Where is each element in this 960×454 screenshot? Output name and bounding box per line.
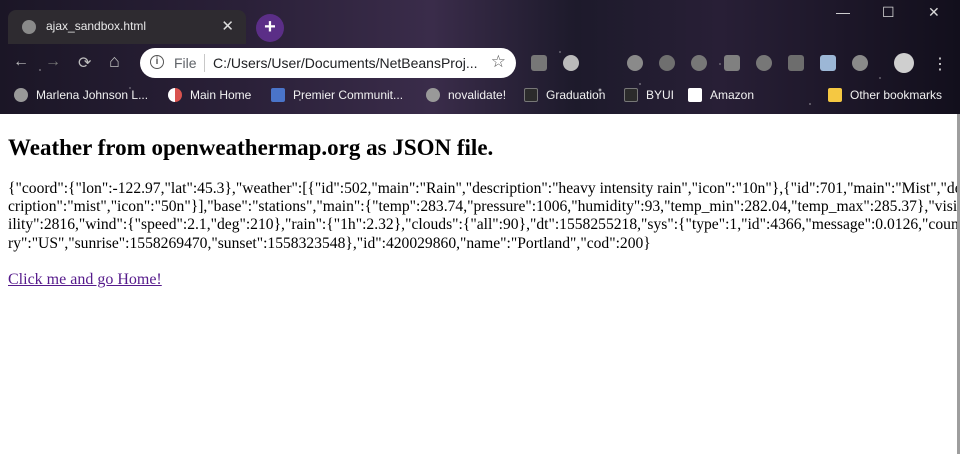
bookmark-item[interactable]: Premier Communit... xyxy=(271,88,403,102)
byu-icon xyxy=(624,88,638,102)
extension-m-icon[interactable] xyxy=(594,55,610,71)
globe-icon xyxy=(14,88,28,102)
folder-icon xyxy=(828,88,842,102)
bookmark-item[interactable]: novalidate! xyxy=(426,88,506,102)
extension-quote-icon[interactable] xyxy=(852,55,868,71)
browser-chrome: ajax_sandbox.html ✕ + — ☐ ✕ ← → ⟳ ⌂ i Fi… xyxy=(0,0,960,114)
page-icon xyxy=(271,88,285,102)
bookmark-label: Graduation xyxy=(546,88,606,102)
menu-icon[interactable]: ⋮ xyxy=(932,54,948,74)
page-content: Weather from openweathermap.org as JSON … xyxy=(0,114,960,289)
browser-tab[interactable]: ajax_sandbox.html ✕ xyxy=(8,10,246,44)
amazon-icon xyxy=(688,88,702,102)
bookmark-label: Other bookmarks xyxy=(850,88,943,102)
bookmarks-bar: Marlena Johnson L... Main Home Premier C… xyxy=(0,82,960,110)
bookmark-star-icon[interactable]: ☆ xyxy=(491,52,506,72)
bookmark-label: Main Home xyxy=(190,88,252,102)
divider xyxy=(204,54,205,72)
byu-icon xyxy=(524,88,538,102)
url-scheme: File xyxy=(174,55,197,71)
bookmark-label: Marlena Johnson L... xyxy=(36,88,149,102)
back-button[interactable]: ← xyxy=(13,53,29,71)
bookmark-item[interactable]: Main Home xyxy=(168,88,251,102)
extension-lens-icon[interactable] xyxy=(691,55,707,71)
bookmark-label: Amazon xyxy=(710,88,755,102)
bookmark-item[interactable]: Marlena Johnson L... xyxy=(14,88,148,102)
globe-icon xyxy=(22,20,36,34)
tab-title: ajax_sandbox.html xyxy=(46,19,147,33)
bookmark-item[interactable]: Amazon xyxy=(688,88,754,102)
url-text[interactable]: C:/Users/User/Documents/NetBeansProj... xyxy=(213,55,478,71)
page-icon xyxy=(168,88,182,102)
bookmark-item[interactable]: Graduation xyxy=(524,88,605,102)
bookmark-item[interactable]: Other bookmarks xyxy=(828,88,942,102)
address-bar[interactable]: i File C:/Users/User/Documents/NetBeansP… xyxy=(140,48,516,78)
extension-globe-icon[interactable] xyxy=(659,55,675,71)
json-output: {"coord":{"lon":-122.97,"lat":45.3},"wea… xyxy=(8,180,960,252)
gear-icon[interactable] xyxy=(627,55,643,71)
page-title: Weather from openweathermap.org as JSON … xyxy=(8,135,494,160)
forward-button[interactable]: → xyxy=(45,53,61,71)
reload-button[interactable]: ⟳ xyxy=(78,53,91,73)
bookmark-label: BYUI xyxy=(646,88,675,102)
bookmark-label: Premier Communit... xyxy=(293,88,404,102)
maximize-button[interactable]: ☐ xyxy=(882,4,895,21)
minimize-button[interactable]: — xyxy=(836,4,850,20)
info-icon[interactable]: i xyxy=(150,55,164,69)
globe-icon xyxy=(426,88,440,102)
extension-cube-icon[interactable] xyxy=(820,55,836,71)
extension-a-icon[interactable] xyxy=(531,55,547,71)
close-window-button[interactable]: ✕ xyxy=(928,4,940,21)
home-button[interactable]: ⌂ xyxy=(109,51,120,72)
toolbar: ← → ⟳ ⌂ i File C:/Users/User/Documents/N… xyxy=(0,44,960,82)
close-tab-icon[interactable]: ✕ xyxy=(221,17,234,35)
bookmark-label: novalidate! xyxy=(448,88,507,102)
home-link[interactable]: Click me and go Home! xyxy=(8,271,162,289)
extension-circle-icon[interactable] xyxy=(563,55,579,71)
extension-pdf-icon[interactable] xyxy=(788,55,804,71)
extension-shield-icon[interactable] xyxy=(756,55,772,71)
bookmark-item[interactable]: BYUI xyxy=(624,88,674,102)
new-tab-button[interactable]: + xyxy=(256,14,284,42)
avatar[interactable] xyxy=(894,53,914,73)
extension-link-icon[interactable] xyxy=(724,55,740,71)
